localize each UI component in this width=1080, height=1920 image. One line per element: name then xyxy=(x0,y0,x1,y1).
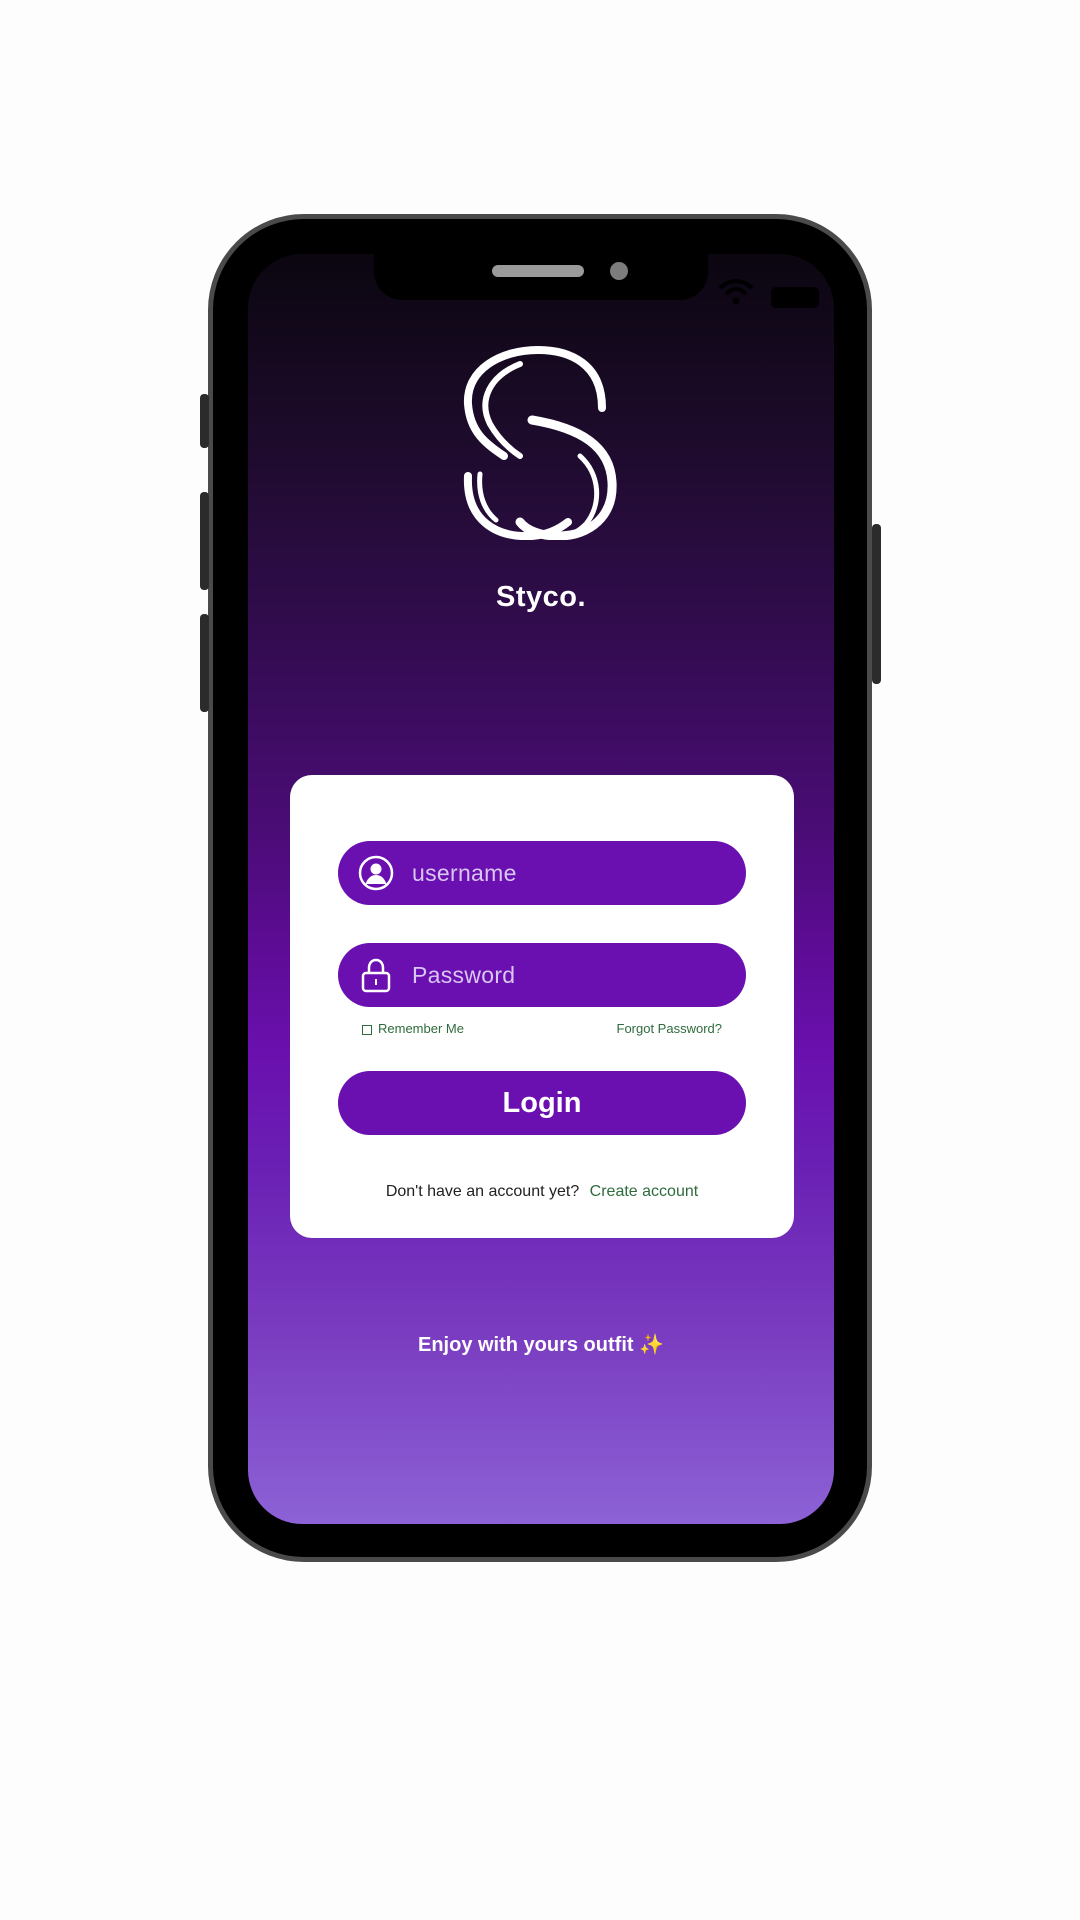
mockup-stage: Styco. username Password Remember Me For… xyxy=(0,0,1080,1920)
user-circle-icon xyxy=(358,855,394,891)
login-options-row: Remember Me Forgot Password? xyxy=(362,1021,722,1041)
brand-name: Styco. xyxy=(495,581,587,613)
wifi-icon xyxy=(718,279,754,305)
username-field[interactable]: username xyxy=(338,841,746,905)
remember-me-checkbox[interactable] xyxy=(362,1025,372,1035)
battery-icon xyxy=(771,287,819,308)
username-placeholder: username xyxy=(412,860,517,886)
login-button[interactable]: Login xyxy=(338,1071,746,1135)
power-button xyxy=(872,524,881,684)
password-field[interactable]: Password xyxy=(338,943,746,1007)
mute-switch xyxy=(200,394,209,448)
signup-prompt: Don't have an account yet? Create accoun… xyxy=(290,1183,794,1201)
volume-down-button xyxy=(200,614,209,712)
lock-icon xyxy=(361,958,391,993)
phone-notch xyxy=(374,254,708,300)
remember-me-label[interactable]: Remember Me xyxy=(378,1021,464,1036)
styco-s-logo-icon xyxy=(463,345,617,540)
front-camera xyxy=(610,262,628,280)
login-card: username Password Remember Me Forgot Pas… xyxy=(290,775,794,1238)
footer-tagline: Enjoy with yours outfit ✨ xyxy=(417,1334,664,1356)
password-placeholder: Password xyxy=(412,962,516,988)
app-screen: Styco. username Password Remember Me For… xyxy=(248,254,834,1524)
no-account-text: Don't have an account yet? xyxy=(385,1183,580,1200)
create-account-link[interactable]: Create account xyxy=(590,1183,699,1200)
volume-up-button xyxy=(200,492,209,590)
forgot-password-link[interactable]: Forgot Password? xyxy=(617,1021,723,1036)
speaker-grille xyxy=(492,265,584,277)
